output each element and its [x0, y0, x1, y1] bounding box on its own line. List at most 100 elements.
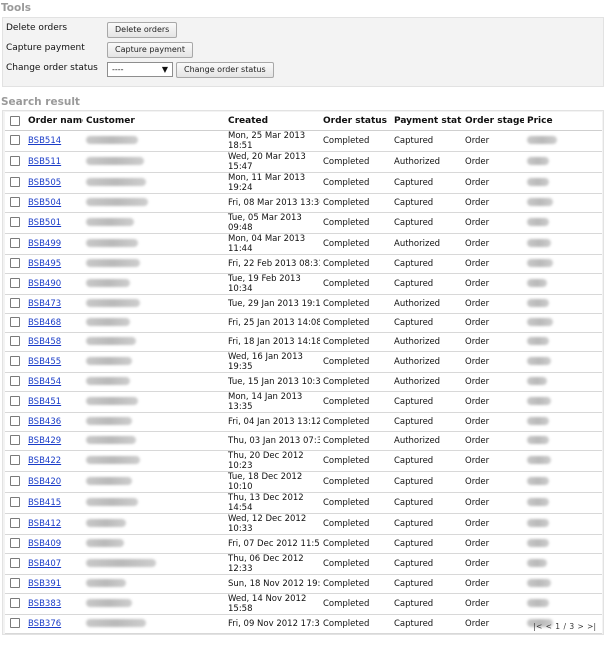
row-checkbox[interactable] [10, 497, 20, 508]
table-row[interactable]: BSB468 Fri, 25 Jan 2013 14:08 Completed Cap… [5, 313, 602, 333]
row-checkbox-cell[interactable] [5, 534, 25, 554]
table-row[interactable]: BSB495 Fri, 22 Feb 2013 08:31 Completed Cap… [5, 254, 602, 274]
column-payment-status[interactable]: Payment status [391, 112, 462, 131]
order-name-cell[interactable]: BSB376 [25, 614, 83, 634]
order-status-select[interactable]: ---- ▼ [107, 62, 173, 77]
column-created[interactable]: Created [225, 112, 320, 131]
row-checkbox-cell[interactable] [5, 614, 25, 634]
order-name-cell[interactable]: BSB511 [25, 151, 83, 173]
row-checkbox-cell[interactable] [5, 172, 25, 194]
column-order-status[interactable]: Order status [320, 112, 391, 131]
row-checkbox-cell[interactable] [5, 513, 25, 535]
row-checkbox-cell[interactable] [5, 130, 25, 152]
table-row[interactable]: BSB458 Fri, 18 Jan 2013 14:18 Completed Aut… [5, 332, 602, 352]
column-customer[interactable]: Customer [83, 112, 225, 131]
order-name-cell[interactable]: BSB420 [25, 471, 83, 493]
select-all-checkbox-cell[interactable] [5, 112, 25, 131]
row-checkbox[interactable] [10, 396, 20, 407]
order-link[interactable]: BSB429 [28, 436, 61, 446]
row-checkbox[interactable] [10, 558, 20, 569]
table-row[interactable]: BSB415 Thu, 13 Dec 2012 14:54 Completed Capt… [5, 492, 602, 514]
order-name-cell[interactable]: BSB473 [25, 294, 83, 314]
row-checkbox-cell[interactable] [5, 233, 25, 255]
row-checkbox[interactable] [10, 278, 20, 289]
order-name-cell[interactable]: BSB412 [25, 513, 83, 535]
row-checkbox[interactable] [10, 598, 20, 609]
row-checkbox-cell[interactable] [5, 391, 25, 413]
row-checkbox[interactable] [10, 238, 20, 249]
order-name-cell[interactable]: BSB455 [25, 351, 83, 373]
row-checkbox[interactable] [10, 455, 20, 466]
order-link[interactable]: BSB376 [28, 619, 61, 629]
table-row[interactable]: BSB505 Mon, 11 Mar 2013 19:24 Completed Capt… [5, 172, 602, 194]
order-name-cell[interactable]: BSB504 [25, 193, 83, 213]
row-checkbox[interactable] [10, 135, 20, 146]
row-checkbox[interactable] [10, 376, 20, 387]
table-row[interactable]: BSB473 Tue, 29 Jan 2013 19:16 Completed Aut… [5, 294, 602, 314]
delete-orders-button[interactable]: Delete orders [107, 22, 178, 38]
table-row[interactable]: BSB511 Wed, 20 Mar 2013 15:47 Completed Auth… [5, 151, 602, 173]
order-name-cell[interactable]: BSB415 [25, 492, 83, 514]
order-name-cell[interactable]: BSB409 [25, 534, 83, 554]
row-checkbox[interactable] [10, 156, 20, 167]
table-row[interactable]: BSB376 Fri, 09 Nov 2012 17:32 Completed Cap… [5, 614, 602, 634]
order-name-cell[interactable]: BSB458 [25, 332, 83, 352]
order-link[interactable]: BSB468 [28, 318, 61, 328]
row-checkbox[interactable] [10, 336, 20, 347]
row-checkbox[interactable] [10, 518, 20, 529]
table-row[interactable]: BSB409 Fri, 07 Dec 2012 11:52 Completed Cap… [5, 534, 602, 554]
row-checkbox[interactable] [10, 538, 20, 549]
table-row[interactable]: BSB490 Tue, 19 Feb 2013 10:34 Completed Capt… [5, 273, 602, 295]
order-link[interactable]: BSB455 [28, 357, 61, 367]
row-checkbox[interactable] [10, 217, 20, 228]
row-checkbox[interactable] [10, 416, 20, 427]
order-name-cell[interactable]: BSB436 [25, 412, 83, 432]
row-checkbox-cell[interactable] [5, 294, 25, 314]
table-row[interactable]: BSB504 Fri, 08 Mar 2013 13:30 Completed Cap… [5, 193, 602, 213]
row-checkbox-cell[interactable] [5, 574, 25, 594]
row-checkbox[interactable] [10, 317, 20, 328]
row-checkbox-cell[interactable] [5, 593, 25, 615]
row-checkbox-cell[interactable] [5, 151, 25, 173]
table-row[interactable]: BSB451 Mon, 14 Jan 2013 13:35 Completed Capt… [5, 391, 602, 413]
row-checkbox-cell[interactable] [5, 471, 25, 493]
order-link[interactable]: BSB451 [28, 397, 61, 407]
order-name-cell[interactable]: BSB429 [25, 431, 83, 451]
order-name-cell[interactable]: BSB383 [25, 593, 83, 615]
column-price[interactable]: Price [524, 112, 602, 131]
table-row[interactable]: BSB383 Wed, 14 Nov 2012 15:58 Completed Capt… [5, 593, 602, 615]
change-status-button[interactable]: Change order status [176, 62, 274, 78]
order-name-cell[interactable]: BSB495 [25, 254, 83, 274]
row-checkbox-cell[interactable] [5, 212, 25, 234]
order-name-cell[interactable]: BSB468 [25, 313, 83, 333]
order-name-cell[interactable]: BSB501 [25, 212, 83, 234]
order-name-cell[interactable]: BSB499 [25, 233, 83, 255]
row-checkbox[interactable] [10, 177, 20, 188]
order-name-cell[interactable]: BSB514 [25, 130, 83, 152]
table-row[interactable]: BSB454 Tue, 15 Jan 2013 10:32 Completed Aut… [5, 372, 602, 392]
table-row[interactable]: BSB391 Sun, 18 Nov 2012 19:46CompletedCap… [5, 574, 602, 594]
order-link[interactable]: BSB454 [28, 377, 61, 387]
capture-payment-button[interactable]: Capture payment [107, 42, 193, 58]
row-checkbox[interactable] [10, 298, 20, 309]
order-link[interactable]: BSB409 [28, 539, 61, 549]
row-checkbox-cell[interactable] [5, 313, 25, 333]
table-row[interactable]: BSB499 Mon, 04 Mar 2013 11:44 Completed Auth… [5, 233, 602, 255]
table-row[interactable]: BSB420 Tue, 18 Dec 2012 10:10 Completed Capt… [5, 471, 602, 493]
table-row[interactable]: BSB455 Wed, 16 Jan 2013 19:35 Completed Auth… [5, 351, 602, 373]
table-row[interactable]: BSB429 Thu, 03 Jan 2013 07:31 Completed Aut… [5, 431, 602, 451]
order-link[interactable]: BSB514 [28, 136, 61, 146]
order-link[interactable]: BSB407 [28, 559, 61, 569]
table-row[interactable]: BSB412 Wed, 12 Dec 2012 10:33 Completed Capt… [5, 513, 602, 535]
row-checkbox-cell[interactable] [5, 193, 25, 213]
row-checkbox[interactable] [10, 578, 20, 589]
order-name-cell[interactable]: BSB505 [25, 172, 83, 194]
order-link[interactable]: BSB436 [28, 417, 61, 427]
row-checkbox-cell[interactable] [5, 553, 25, 575]
order-name-cell[interactable]: BSB422 [25, 450, 83, 472]
row-checkbox-cell[interactable] [5, 351, 25, 373]
order-name-cell[interactable]: BSB454 [25, 372, 83, 392]
order-link[interactable]: BSB504 [28, 198, 61, 208]
order-link[interactable]: BSB511 [28, 157, 61, 167]
row-checkbox[interactable] [10, 258, 20, 269]
